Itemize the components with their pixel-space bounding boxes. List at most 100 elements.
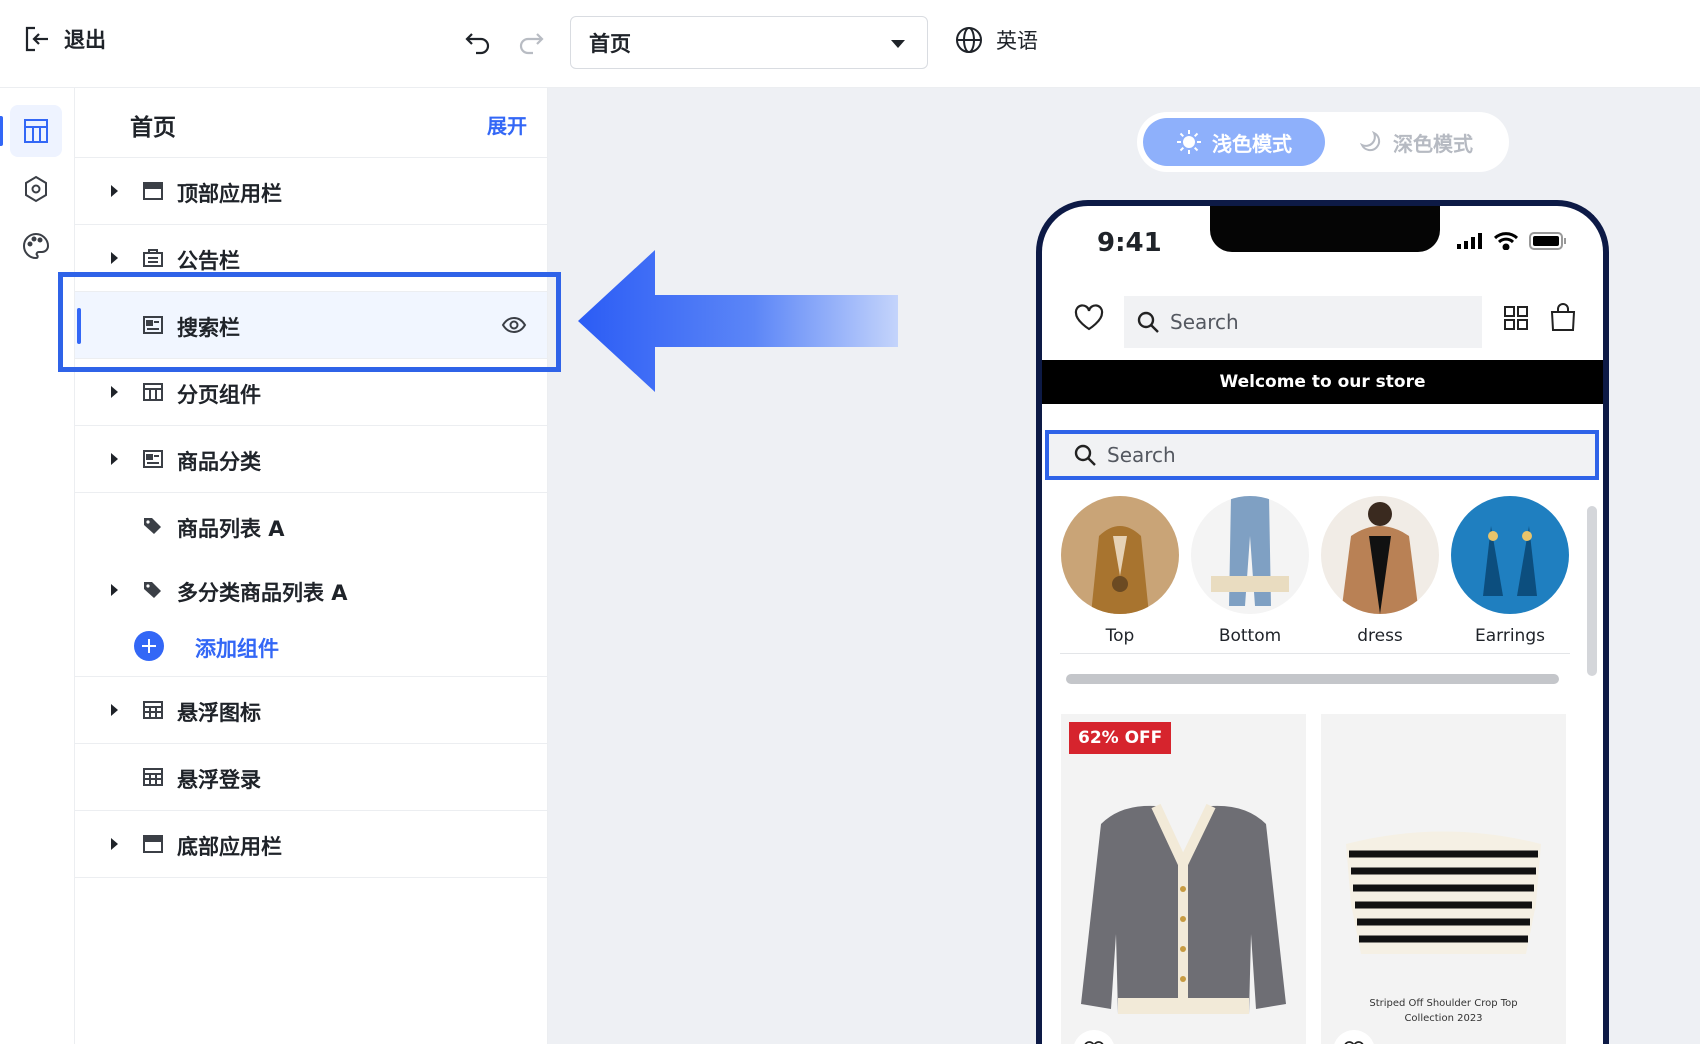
signal-icon [1457,233,1482,249]
category-item-dress[interactable]: dress [1320,496,1440,646]
tree-item-label: 多分类商品列表 A [177,581,348,605]
exit-icon [25,26,48,52]
light-mode-button[interactable]: 浅色模式 [1143,118,1325,166]
palette-icon [23,232,50,260]
phone-preview: 9:41 Search Welcome to our store Search … [1036,200,1609,1044]
exit-label: 退出 [64,28,106,52]
tree-item-floating-icon[interactable]: 悬浮图标 [75,677,547,744]
divider [1060,653,1570,654]
product-card[interactable]: Striped Off Shoulder Crop Top Collection… [1321,714,1566,1044]
tree-item-announcement-bar[interactable]: 公告栏 [75,225,547,292]
tree-item-label: 商品分类 [177,450,261,474]
tree-item-top-app-bar[interactable]: 顶部应用栏 [75,158,547,225]
top-bar-icon [143,182,163,200]
product-caption-line1: Striped Off Shoulder Crop Top [1369,998,1518,1009]
component-tree-panel: 首页 展开 顶部应用栏 公告栏 搜索栏 分页组件 商品分类 商品列表 A 多分类… [75,88,548,1044]
tree-item-multi-category-list-a[interactable]: 多分类商品列表 A [75,560,547,617]
plus-circle-icon [134,631,164,661]
exit-button[interactable]: 退出 [22,24,106,54]
vertical-scrollbar[interactable] [1587,506,1597,676]
layout-icon [24,119,48,143]
phone-notch [1210,206,1440,252]
caret-right-icon[interactable] [111,185,118,197]
pagination-icon [143,383,163,401]
category-label: dress [1357,626,1403,646]
shopping-bag-icon[interactable] [1549,302,1577,332]
language-button[interactable]: 英语 [954,25,1038,55]
announcement-bar: Welcome to our store [1042,360,1603,404]
status-time: 9:41 [1097,228,1162,258]
light-mode-label: 浅色模式 [1212,131,1292,156]
category-item-top[interactable]: Top [1060,496,1180,646]
sun-icon [1177,130,1201,154]
tag-icon [144,582,161,598]
product-image [1081,803,1286,1014]
grid-icon[interactable] [1502,304,1530,332]
left-rail [0,88,75,1044]
category-icon [143,450,163,468]
product-caption-line2: Collection 2023 [1404,1013,1483,1024]
status-icons [1457,232,1567,250]
caret-right-icon[interactable] [111,453,118,465]
search-icon [1137,311,1159,333]
redo-icon[interactable] [516,26,546,56]
tree-item-label: 商品列表 A [177,517,285,541]
page-select-value: 首页 [589,31,631,56]
wifi-icon [1493,232,1519,250]
expand-all-link[interactable]: 展开 [487,110,527,139]
page-select[interactable]: 首页 [570,16,928,69]
rail-item-settings[interactable] [10,163,62,215]
bottom-bar-icon [143,835,163,853]
caret-right-icon[interactable] [111,838,118,850]
caret-right-icon[interactable] [111,584,118,596]
rail-item-theme[interactable] [10,220,62,272]
horizontal-scrollbar[interactable] [1066,674,1559,684]
dark-mode-label: 深色模式 [1393,131,1473,156]
rail-active-indicator [0,116,3,146]
phone-top-app-bar: Search [1042,290,1603,362]
tree-item-floating-login[interactable]: 悬浮登录 [75,744,547,811]
announcement-icon [143,249,163,267]
tree-header: 首页 展开 [75,88,547,158]
search-bar-component[interactable]: Search [1045,430,1599,480]
pointer-arrow-icon [578,250,898,392]
product-image [1346,831,1541,954]
language-label: 英语 [996,29,1038,53]
caret-right-icon[interactable] [111,252,118,264]
top-toolbar: 退出 首页 英语 [0,0,1700,88]
tree-item-label: 悬浮登录 [177,768,261,792]
add-component-button[interactable]: 添加组件 [75,617,547,677]
tree-title: 首页 [130,115,176,141]
search-bar-placeholder: Search [1107,443,1176,467]
dark-mode-button[interactable]: 深色模式 [1327,118,1503,166]
category-image [1321,496,1439,614]
tree-item-pagination[interactable]: 分页组件 [75,359,547,426]
product-card[interactable]: 62% OFF [1061,714,1306,1044]
battery-icon [1529,232,1566,250]
tree-item-search-bar[interactable]: 搜索栏 [75,292,547,359]
category-image [1061,496,1179,614]
undo-icon[interactable] [463,26,493,56]
category-image [1191,496,1309,614]
caret-right-icon[interactable] [111,386,118,398]
tag-icon [144,518,161,534]
heart-icon[interactable] [1074,304,1104,332]
caret-right-icon[interactable] [111,704,118,716]
header-search-input[interactable]: Search [1124,296,1482,348]
tree-item-product-category[interactable]: 商品分类 [75,426,547,493]
float-icon [143,701,163,719]
category-item-bottom[interactable]: Bottom [1190,496,1310,646]
tree-item-bottom-app-bar[interactable]: 底部应用栏 [75,811,547,878]
float-login-icon [143,768,163,786]
category-image [1451,496,1569,614]
tree-item-label: 底部应用栏 [177,835,282,859]
rail-item-layout[interactable] [10,105,62,157]
settings-hex-icon [25,175,47,203]
category-label: Earrings [1475,626,1545,646]
tree-item-label: 分页组件 [177,383,261,407]
eye-icon[interactable] [501,314,527,336]
search-icon [1074,444,1096,466]
tree-item-product-list-a[interactable]: 商品列表 A [75,493,547,560]
search-bar-icon [143,316,163,334]
category-item-earrings[interactable]: Earrings [1450,496,1570,646]
